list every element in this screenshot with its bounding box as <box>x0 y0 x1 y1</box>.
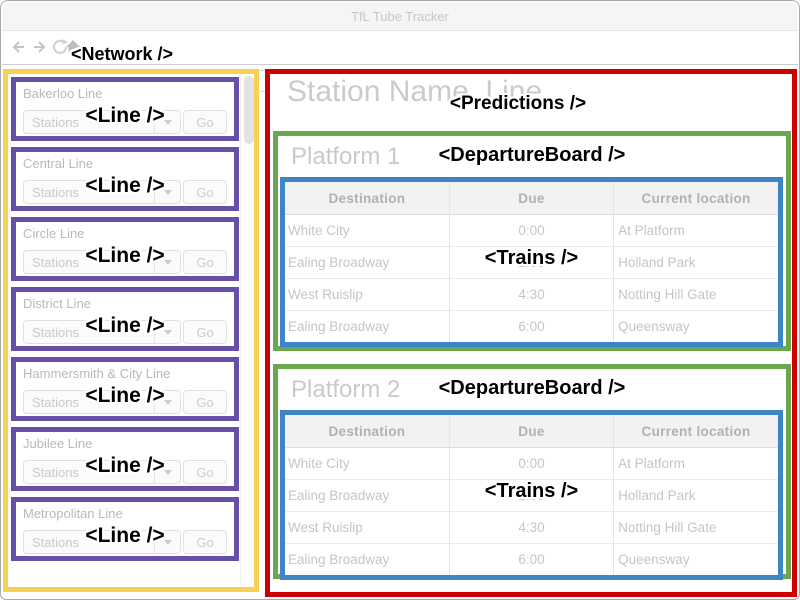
line-annotation: <Line /> <box>16 174 234 198</box>
trains-annotation: <Trains /> <box>282 480 781 503</box>
column-header-due: Due <box>449 415 613 448</box>
departure-board-annotation: <DepartureBoard /> <box>273 144 791 167</box>
line-card-central: Central Line Stations Go <Line /> <box>11 147 239 211</box>
table-row: Ealing Broadway 6:00 Queensway <box>285 544 778 576</box>
line-card-jubilee: Jubilee Line Stations Go <Line /> <box>11 427 239 491</box>
app-window: TfL Tube Tracker Bakerloo Line <box>0 0 800 600</box>
cell-current-location: Notting Hill Gate <box>614 279 778 311</box>
cell-current-location: At Platform <box>614 215 778 247</box>
table-row: White City 0:00 At Platform <box>285 448 778 480</box>
column-header-destination: Destination <box>285 182 449 215</box>
column-header-destination: Destination <box>285 415 449 448</box>
cell-destination: West Ruislip <box>285 279 449 311</box>
trains-annotation: <Trains /> <box>282 247 781 270</box>
line-annotation: <Line /> <box>16 454 234 478</box>
table-row: West Ruislip 4:30 Notting Hill Gate <box>285 512 778 544</box>
line-card-bakerloo: Bakerloo Line Stations Go <Line /> <box>11 77 239 141</box>
table-row: White City 0:00 At Platform <box>285 215 778 247</box>
line-name: Metropolitan Line <box>23 506 227 521</box>
line-card-hammersmith-city: Hammersmith & City Line Stations Go <Lin… <box>11 357 239 421</box>
column-header-current-location: Current location <box>614 182 778 215</box>
departure-board-annotation: <DepartureBoard /> <box>273 377 791 400</box>
cell-current-location: Queensway <box>614 544 778 576</box>
cell-destination: Ealing Broadway <box>285 544 449 576</box>
line-annotation: <Line /> <box>16 384 234 408</box>
cell-due: 0:00 <box>449 448 613 480</box>
line-annotation: <Line /> <box>16 314 234 338</box>
cell-due: 0:00 <box>449 215 613 247</box>
line-annotation: <Line /> <box>16 244 234 268</box>
back-icon[interactable] <box>10 39 26 60</box>
column-header-current-location: Current location <box>614 415 778 448</box>
line-card-circle: Circle Line Stations Go <Line /> <box>11 217 239 281</box>
cell-due: 6:00 <box>449 311 613 343</box>
cell-due: 6:00 <box>449 544 613 576</box>
line-name: District Line <box>23 296 227 311</box>
scrollbar-thumb[interactable] <box>244 76 254 144</box>
table-row: Ealing Broadway 6:00 Queensway <box>285 311 778 343</box>
column-header-due: Due <box>449 182 613 215</box>
line-annotation: <Line /> <box>16 104 234 128</box>
network-annotation: <Network /> <box>42 44 202 65</box>
line-name: Circle Line <box>23 226 227 241</box>
table-row: West Ruislip 4:30 Notting Hill Gate <box>285 279 778 311</box>
line-name: Bakerloo Line <box>23 86 227 101</box>
network-panel: Bakerloo Line Stations Go <Line /> Centr… <box>3 69 259 592</box>
cell-current-location: Queensway <box>614 311 778 343</box>
cell-destination: Ealing Broadway <box>285 311 449 343</box>
table-header-row: Destination Due Current location <box>285 415 778 448</box>
cell-destination: White City <box>285 448 449 480</box>
cell-due: 4:30 <box>449 279 613 311</box>
line-name: Jubilee Line <box>23 436 227 451</box>
cell-destination: White City <box>285 215 449 247</box>
line-annotation: <Line /> <box>16 524 234 548</box>
line-name: Hammersmith & City Line <box>23 366 227 381</box>
titlebar: TfL Tube Tracker <box>2 2 798 31</box>
scrollbar-track <box>240 74 241 586</box>
cell-current-location: At Platform <box>614 448 778 480</box>
line-card-metropolitan: Metropolitan Line Stations Go <Line /> <box>11 497 239 561</box>
window-title: TfL Tube Tracker <box>351 9 449 24</box>
line-name: Central Line <box>23 156 227 171</box>
cell-due: 4:30 <box>449 512 613 544</box>
table-header-row: Destination Due Current location <box>285 182 778 215</box>
cell-destination: West Ruislip <box>285 512 449 544</box>
line-card-district: District Line Stations Go <Line /> <box>11 287 239 351</box>
predictions-annotation: <Predictions /> <box>438 93 598 115</box>
cell-current-location: Notting Hill Gate <box>614 512 778 544</box>
